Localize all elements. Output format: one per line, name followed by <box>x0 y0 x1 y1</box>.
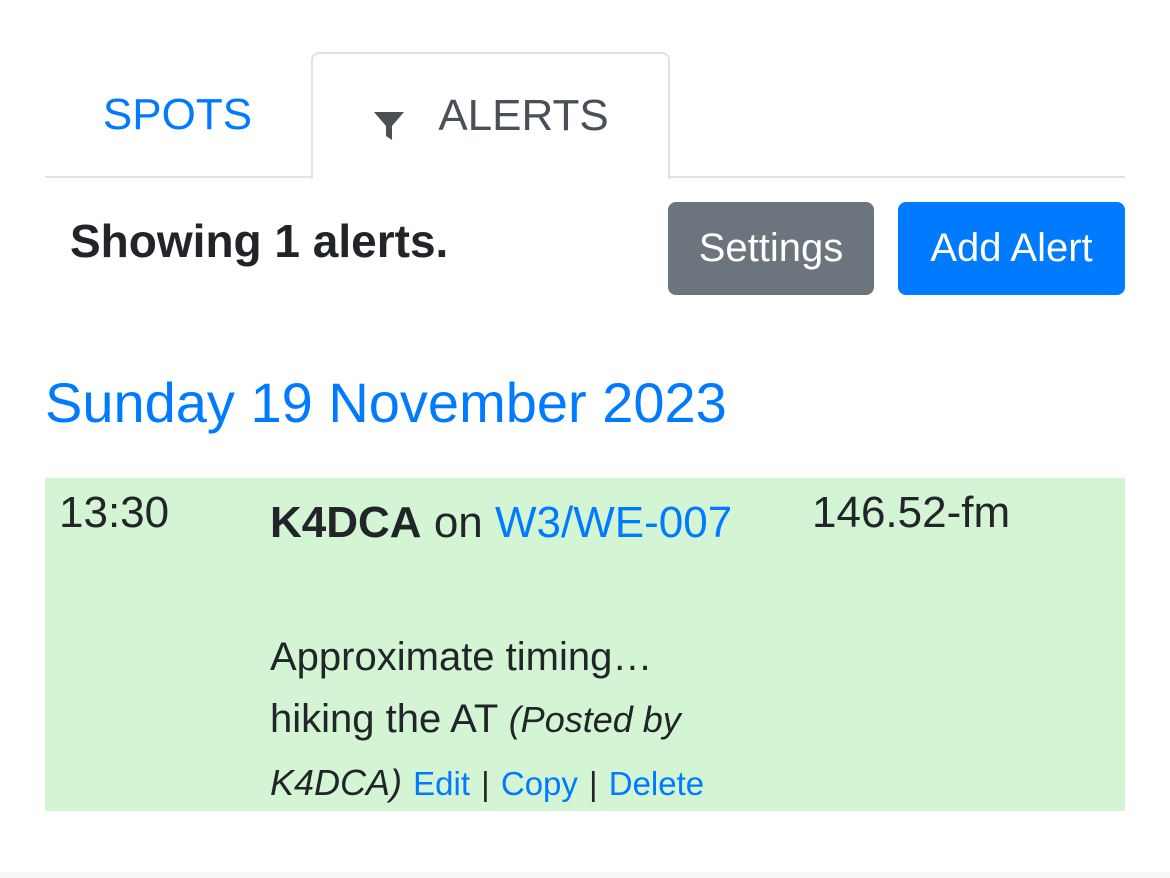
tab-spots[interactable]: SPOTS <box>45 52 310 178</box>
tab-alerts[interactable]: ALERTS <box>311 52 670 180</box>
summit-link[interactable]: W3/WE-007 <box>495 498 732 547</box>
alert-frequency: 146.52-fm <box>812 488 1011 537</box>
edit-link[interactable]: Edit <box>413 765 470 802</box>
filter-icon <box>372 104 406 140</box>
date-heading: Sunday 19 November 2023 <box>45 371 727 434</box>
tab-spots-label: SPOTS <box>102 90 253 139</box>
alert-comment-block: Approximate timing… hiking the AT (Poste… <box>270 626 750 815</box>
delete-link[interactable]: Delete <box>609 765 704 802</box>
alert-callsign: K4DCA <box>270 498 422 547</box>
separator: | <box>481 765 490 802</box>
alert-row: 13:30 K4DCA on W3/WE-007 Approximate tim… <box>45 478 1125 811</box>
alert-activation: K4DCA on W3/WE-007 <box>270 488 750 558</box>
tab-alerts-label: ALERTS <box>438 91 609 140</box>
separator: | <box>589 765 598 802</box>
alerts-count-status: Showing 1 alerts. <box>70 215 449 267</box>
tab-bar: SPOTS ALERTS <box>45 52 1125 180</box>
add-alert-button[interactable]: Add Alert <box>898 202 1125 295</box>
alert-on-text: on <box>433 498 483 547</box>
settings-button[interactable]: Settings <box>668 202 874 295</box>
alert-time: 13:30 <box>59 488 170 537</box>
copy-link[interactable]: Copy <box>501 765 578 802</box>
bottom-divider <box>0 872 1170 878</box>
